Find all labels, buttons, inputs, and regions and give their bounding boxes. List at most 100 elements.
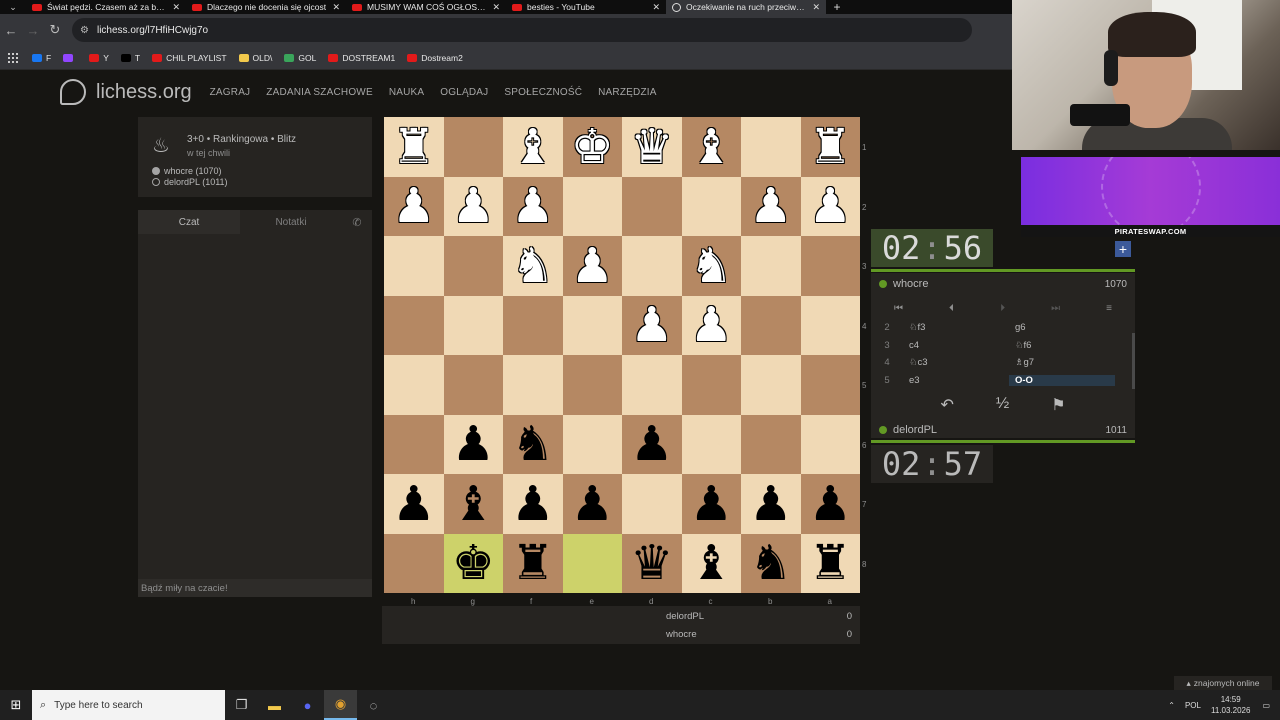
voice-chat-icon[interactable]: ✆ [342, 210, 372, 234]
board-square[interactable]: ♟ [800, 474, 860, 534]
black-bishop-icon[interactable]: ♝ [452, 480, 495, 528]
nav-item[interactable]: NARZĘDZIA [598, 87, 656, 98]
board-square[interactable] [622, 176, 682, 236]
black-move[interactable]: ♘f6 [1009, 340, 1115, 351]
reload-icon[interactable]: ↻ [44, 22, 66, 38]
board-square[interactable] [562, 176, 622, 236]
windows-start-icon[interactable]: ⊞ [0, 697, 32, 713]
close-icon[interactable]: ✕ [812, 2, 820, 13]
black-pawn-icon[interactable]: ♟ [392, 480, 435, 528]
close-icon[interactable]: ✕ [652, 2, 660, 13]
first-move-icon[interactable]: ⏮ [894, 303, 903, 314]
chat-input[interactable]: Bądź miły na czacie! [138, 579, 372, 597]
white-rook-icon[interactable]: ♜ [392, 123, 435, 171]
nav-item[interactable]: OGLĄDAJ [440, 87, 488, 98]
close-icon[interactable]: ✕ [172, 2, 180, 13]
score-player-name[interactable]: delordPL [666, 611, 704, 622]
bookmark-item[interactable]: CHIL PLAYLIST [152, 53, 227, 63]
board-square[interactable]: ♟ [562, 474, 622, 534]
white-pawn-icon[interactable]: ♟ [630, 301, 673, 349]
board-square[interactable]: ♜ [800, 533, 860, 593]
board-square[interactable] [741, 117, 801, 177]
taskbar-search[interactable]: ⌕ Type here to search [32, 690, 225, 720]
forward-icon[interactable]: → [22, 23, 44, 38]
black-move[interactable]: O-O [1009, 374, 1115, 386]
board-square[interactable]: ♞ [503, 414, 563, 474]
bookmark-item[interactable] [63, 53, 77, 63]
address-bar[interactable]: ⚙ lichess.org/l7HfiHCwjg7o [72, 18, 972, 42]
white-player-info[interactable]: whocre (1070) [152, 166, 222, 176]
black-pawn-icon[interactable]: ♟ [571, 480, 614, 528]
tray-chevron-icon[interactable]: ⌃ [1168, 701, 1175, 710]
score-player-name[interactable]: whocre [666, 629, 697, 640]
black-pawn-icon[interactable]: ♟ [511, 480, 554, 528]
app-icon[interactable]: ◌ [357, 690, 390, 720]
board-square[interactable]: ♟ [384, 474, 444, 534]
board-square[interactable] [562, 414, 622, 474]
board-square[interactable] [800, 355, 860, 415]
black-move[interactable]: ♗g7 [1009, 357, 1115, 368]
tab-search-icon[interactable]: ⌄ [0, 0, 26, 14]
board-square[interactable]: ♜ [503, 533, 563, 593]
site-logo[interactable]: lichess.org [96, 81, 192, 104]
board-square[interactable]: ♟ [741, 474, 801, 534]
board-square[interactable] [741, 236, 801, 296]
board-square[interactable]: ♝ [681, 117, 741, 177]
clock[interactable]: 14:59 11.03.2026 [1211, 694, 1250, 716]
resign-flag-icon[interactable]: ⚑ [1051, 395, 1065, 417]
board-square[interactable] [681, 355, 741, 415]
discord-icon[interactable]: ● [291, 690, 324, 720]
black-queen-icon[interactable]: ♛ [630, 539, 673, 587]
board-square[interactable]: ♟ [562, 236, 622, 296]
black-player-info[interactable]: delordPL (1011) [152, 177, 228, 187]
board-square[interactable]: ♟ [800, 176, 860, 236]
black-knight-icon[interactable]: ♞ [749, 539, 792, 587]
white-pawn-icon[interactable]: ♟ [392, 182, 435, 230]
last-move-icon[interactable]: ⏭ [1051, 303, 1060, 314]
board-square[interactable] [384, 533, 444, 593]
black-pawn-icon[interactable]: ♟ [809, 480, 852, 528]
move-list-scrollbar[interactable] [1132, 333, 1135, 389]
close-icon[interactable]: ✕ [332, 2, 340, 13]
bookmark-item[interactable]: GOL [284, 53, 316, 63]
board-square[interactable] [741, 355, 801, 415]
white-pawn-icon[interactable]: ♟ [809, 182, 852, 230]
board-square[interactable]: ♟ [503, 176, 563, 236]
black-pawn-icon[interactable]: ♟ [630, 420, 673, 468]
white-knight-icon[interactable]: ♞ [511, 242, 554, 290]
prev-move-icon[interactable]: ⏴ [949, 303, 954, 314]
white-move[interactable]: e3 [903, 375, 1009, 386]
board-square[interactable] [800, 236, 860, 296]
board-square[interactable] [622, 474, 682, 534]
nav-item[interactable]: ZAGRAJ [210, 87, 251, 98]
apps-icon[interactable] [8, 52, 18, 63]
board-square[interactable] [622, 355, 682, 415]
board-square[interactable] [443, 117, 503, 177]
board-square[interactable] [681, 176, 741, 236]
board-square[interactable] [741, 295, 801, 355]
board-square[interactable] [443, 355, 503, 415]
board-square[interactable]: ♞ [681, 236, 741, 296]
black-rook-icon[interactable]: ♜ [511, 539, 554, 587]
black-king-icon[interactable]: ♚ [452, 539, 495, 587]
board-square[interactable]: ♞ [741, 533, 801, 593]
board-square[interactable]: ♝ [681, 533, 741, 593]
white-bishop-icon[interactable]: ♝ [690, 123, 733, 171]
board-square[interactable]: ♚ [443, 533, 503, 593]
language-indicator[interactable]: POL [1185, 701, 1201, 710]
chrome-icon[interactable]: ◉ [324, 690, 357, 720]
board-square[interactable] [562, 295, 622, 355]
white-move[interactable]: ♘c3 [903, 357, 1009, 368]
browser-tab[interactable]: Świat pędzi. Czasem aż za bard ✕ [26, 0, 186, 14]
white-move[interactable]: c4 [903, 340, 1009, 351]
tab-notes[interactable]: Notatki [240, 210, 342, 234]
white-queen-icon[interactable]: ♛ [630, 123, 673, 171]
friends-online[interactable]: ▴ znajomych online [1174, 676, 1272, 690]
top-player-name[interactable]: whocre [893, 278, 928, 290]
white-pawn-icon[interactable]: ♟ [511, 182, 554, 230]
board-square[interactable] [741, 414, 801, 474]
white-pawn-icon[interactable]: ♟ [452, 182, 495, 230]
white-pawn-icon[interactable]: ♟ [749, 182, 792, 230]
board-square[interactable]: ♟ [443, 176, 503, 236]
browser-tab[interactable]: Oczekiwanie na ruch przeciwnik ✕ [666, 0, 826, 14]
